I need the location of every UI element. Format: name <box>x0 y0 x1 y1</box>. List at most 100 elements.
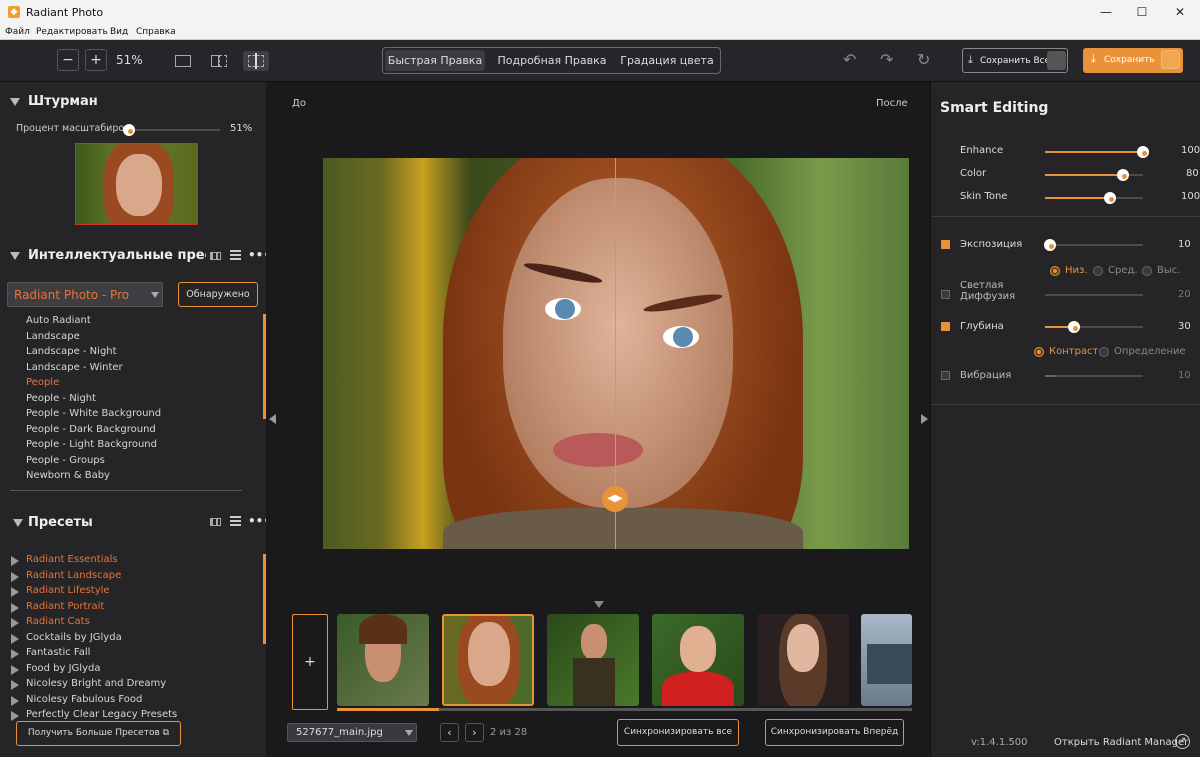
preset-group-item[interactable]: Nicolesy Fabulous Food <box>26 694 142 705</box>
close-button[interactable]: ✕ <box>1160 3 1200 21</box>
preset-group-item[interactable]: Radiant Landscape <box>26 570 121 581</box>
minimize-button[interactable]: — <box>1086 3 1126 21</box>
list-view-icon[interactable] <box>230 250 241 261</box>
smart-preset-item[interactable]: People - Groups <box>26 455 105 466</box>
menu-file[interactable]: Файл <box>5 27 30 37</box>
slider-knob[interactable] <box>1068 321 1081 333</box>
right-panel-toggle-icon[interactable] <box>921 414 928 424</box>
expand-preset-group-icon[interactable] <box>11 618 19 628</box>
preset-group-item[interactable]: Radiant Portrait <box>26 601 104 612</box>
save-all-button[interactable]: ⤓ Сохранить Все <box>962 48 1068 73</box>
depth-radio[interactable] <box>1099 347 1109 357</box>
depth-radio-label[interactable]: Контраст <box>1049 346 1098 357</box>
prev-image-button[interactable]: ‹ <box>440 723 459 742</box>
sync-all-button[interactable]: Синхронизировать все <box>617 719 739 746</box>
collapse-navigator-icon[interactable] <box>10 98 20 106</box>
tab-color-grading[interactable]: Градация цвета <box>617 50 717 71</box>
smart-preset-item[interactable]: Landscape <box>26 331 80 342</box>
adjustment-checkbox[interactable] <box>941 371 950 380</box>
depth-radio-label[interactable]: Определение <box>1114 346 1186 357</box>
collapse-smart-presets-icon[interactable] <box>10 252 20 260</box>
smart-preset-item[interactable]: Newborn & Baby <box>26 470 110 481</box>
filmstrip-thumbnail[interactable] <box>861 614 912 706</box>
filmstrip-toggle-icon[interactable] <box>594 601 604 608</box>
smart-preset-item[interactable]: People - Dark Background <box>26 424 156 435</box>
smart-presets-dropdown[interactable]: Radiant Photo - Pro <box>7 282 163 307</box>
exposure-radio-label[interactable]: Выс. <box>1157 265 1180 276</box>
adjustment-checkbox[interactable] <box>941 240 950 249</box>
save-button[interactable]: ⤓ Сохранить <box>1083 48 1183 73</box>
slider-knob[interactable] <box>1137 146 1149 158</box>
expand-preset-group-icon[interactable] <box>11 695 19 706</box>
menu-edit[interactable]: Редактировать <box>36 27 108 37</box>
preset-group-item[interactable]: Radiant Cats <box>26 616 90 627</box>
smart-preset-item[interactable]: People - White Background <box>26 408 161 419</box>
exposure-radio-label[interactable]: Сред. <box>1108 265 1138 276</box>
slider-knob[interactable] <box>1043 239 1056 251</box>
filmstrip-thumbnail-selected[interactable] <box>442 614 534 706</box>
slider-knob[interactable] <box>1117 169 1130 181</box>
smart-preset-item[interactable]: People - Light Background <box>26 439 157 450</box>
filmstrip-thumbnail[interactable] <box>547 614 639 706</box>
main-photo[interactable]: ◀▶ <box>323 158 909 549</box>
next-image-button[interactable]: › <box>465 723 484 742</box>
exposure-radio[interactable] <box>1050 266 1060 276</box>
preset-group-item[interactable]: Cocktails by JGlyda <box>26 632 122 643</box>
expand-preset-group-icon[interactable] <box>11 633 19 644</box>
expand-preset-group-icon[interactable] <box>11 711 19 721</box>
split-view-icon[interactable] <box>243 51 269 71</box>
collapse-presets-icon[interactable] <box>13 519 23 527</box>
undo-icon[interactable]: ↶ <box>843 50 856 69</box>
smart-preset-item[interactable]: Landscape - Winter <box>26 362 123 373</box>
left-panel-toggle-icon[interactable] <box>269 414 276 424</box>
navigator-zoom-knob[interactable] <box>123 124 135 136</box>
filmstrip-scrollbar[interactable] <box>337 708 439 711</box>
detected-button[interactable]: Обнаружено <box>178 282 258 307</box>
smart-preset-item[interactable]: People <box>26 377 59 388</box>
reset-icon[interactable]: ↻ <box>917 50 930 69</box>
smart-preset-item[interactable]: Auto Radiant <box>26 315 91 326</box>
maximize-button[interactable]: ☐ <box>1122 3 1162 21</box>
side-by-side-view-icon[interactable] <box>206 51 232 71</box>
split-handle-icon[interactable]: ◀▶ <box>602 486 628 512</box>
get-more-presets-button[interactable]: Получить Больше Пресетов ⧉ <box>16 721 181 746</box>
save-options-icon[interactable] <box>1161 50 1180 69</box>
adjustment-checkbox[interactable] <box>941 322 950 331</box>
preset-group-item[interactable]: Fantastic Fall <box>26 647 90 658</box>
preset-group-item[interactable]: Nicolesy Bright and Dreamy <box>26 678 166 689</box>
list-view-icon[interactable] <box>230 516 241 527</box>
expand-preset-group-icon[interactable] <box>11 556 19 566</box>
sync-forward-button[interactable]: Синхронизировать Вперёд <box>765 719 904 746</box>
expand-preset-group-icon[interactable] <box>11 571 19 582</box>
exposure-radio[interactable] <box>1142 266 1152 276</box>
expand-preset-group-icon[interactable] <box>11 587 19 597</box>
depth-radio[interactable] <box>1034 347 1044 357</box>
single-view-icon[interactable] <box>170 51 196 71</box>
menu-view[interactable]: Вид <box>110 27 128 37</box>
preset-group-item[interactable]: Food by JGlyda <box>26 663 100 674</box>
navigator-zoom-slider[interactable] <box>128 129 220 131</box>
zoom-in-button[interactable]: + <box>85 49 107 71</box>
filmstrip-thumbnail[interactable] <box>757 614 849 706</box>
slider-knob[interactable] <box>1103 192 1116 204</box>
preset-group-item[interactable]: Perfectly Clear Legacy Presets <box>26 709 177 720</box>
zoom-out-button[interactable]: − <box>57 49 79 71</box>
expand-preset-group-icon[interactable] <box>11 649 19 659</box>
tab-detailed-edit[interactable]: Подробная Правка <box>491 50 613 71</box>
preset-group-item[interactable]: Radiant Essentials <box>26 554 118 565</box>
open-manager-link[interactable]: Открыть Radiant Manager <box>1054 737 1188 748</box>
navigator-preview[interactable] <box>75 143 198 225</box>
exposure-radio-label[interactable]: Низ. <box>1065 265 1088 276</box>
filename-dropdown[interactable]: 527677_main.jpg <box>287 723 417 742</box>
expand-preset-group-icon[interactable] <box>11 602 19 613</box>
menu-help[interactable]: Справка <box>136 27 176 37</box>
tab-quick-edit[interactable]: Быстрая Правка <box>385 50 485 71</box>
save-all-options-icon[interactable] <box>1047 51 1066 70</box>
filmstrip-thumbnail[interactable] <box>337 614 429 706</box>
filmstrip-thumbnail[interactable] <box>652 614 744 706</box>
expand-preset-group-icon[interactable] <box>11 664 19 675</box>
adjustment-checkbox[interactable] <box>941 290 950 299</box>
open-manager-icon[interactable]: ↗ <box>1175 734 1190 749</box>
grid-view-icon[interactable] <box>210 518 221 526</box>
preset-group-item[interactable]: Radiant Lifestyle <box>26 585 110 596</box>
